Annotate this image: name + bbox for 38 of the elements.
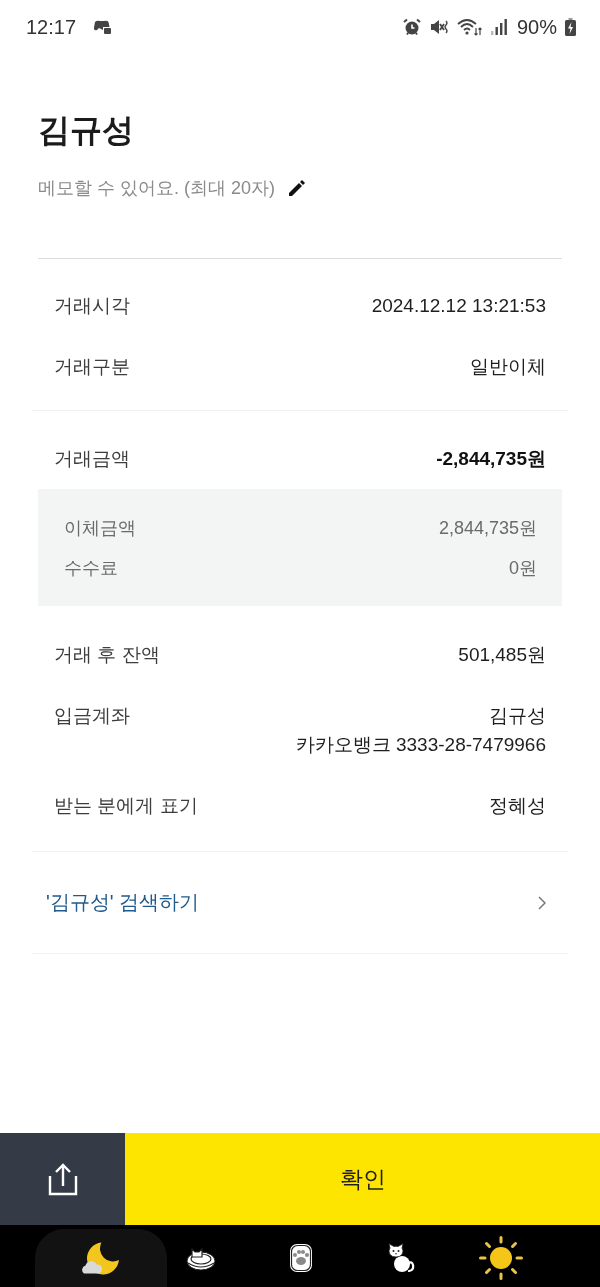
status-time: 12:17 (26, 15, 77, 39)
cat-icon (387, 1243, 415, 1273)
cat-bed-icon (186, 1245, 216, 1271)
detail-label: 거래 후 잔액 (54, 643, 160, 667)
share-icon (47, 1162, 78, 1196)
battery-charging-icon (565, 18, 576, 36)
confirm-button[interactable]: 확인 (125, 1133, 600, 1225)
search-link[interactable]: '김규성' 검색하기 (46, 888, 200, 917)
pencil-icon (287, 178, 307, 198)
detail-value: 정혜성 (489, 794, 546, 818)
detail-label: 입금계좌 (54, 704, 130, 728)
breakdown-label: 이체금액 (64, 517, 136, 540)
mute-icon (428, 18, 449, 36)
paw-icon (289, 1243, 313, 1273)
detail-label: 거래금액 (54, 447, 130, 471)
detail-value: 김규성 (489, 704, 546, 728)
sun-icon (479, 1236, 523, 1280)
wifi-icon (456, 18, 483, 36)
breakdown-label: 수수료 (64, 557, 118, 580)
detail-label: 거래시각 (54, 294, 130, 318)
chevron-right-icon (538, 895, 546, 910)
account-detail: 카카오뱅크 3333-28-7479966 (295, 733, 546, 757)
amount-value: -2,844,735원 (436, 447, 546, 471)
breakdown-value: 2,844,735원 (438, 517, 537, 540)
memo-button[interactable]: 메모할 수 있어요. (최대 20자) (38, 175, 307, 201)
payee-name: 김규성 (38, 111, 134, 150)
gamepad-icon (92, 19, 113, 35)
signal-icon (490, 19, 507, 35)
alarm-icon (402, 18, 421, 36)
nav-button[interactable] (35, 1229, 167, 1287)
detail-label: 받는 분에게 표기 (54, 794, 198, 818)
battery-percent: 90% (516, 15, 557, 39)
moon-cloud-icon (82, 1241, 120, 1275)
detail-value: 2024.12.12 13:21:53 (371, 294, 546, 318)
breakdown-value: 0원 (509, 557, 537, 580)
detail-value: 일반이체 (470, 355, 546, 379)
detail-value: 501,485원 (458, 643, 546, 667)
detail-label: 거래구분 (54, 355, 130, 379)
